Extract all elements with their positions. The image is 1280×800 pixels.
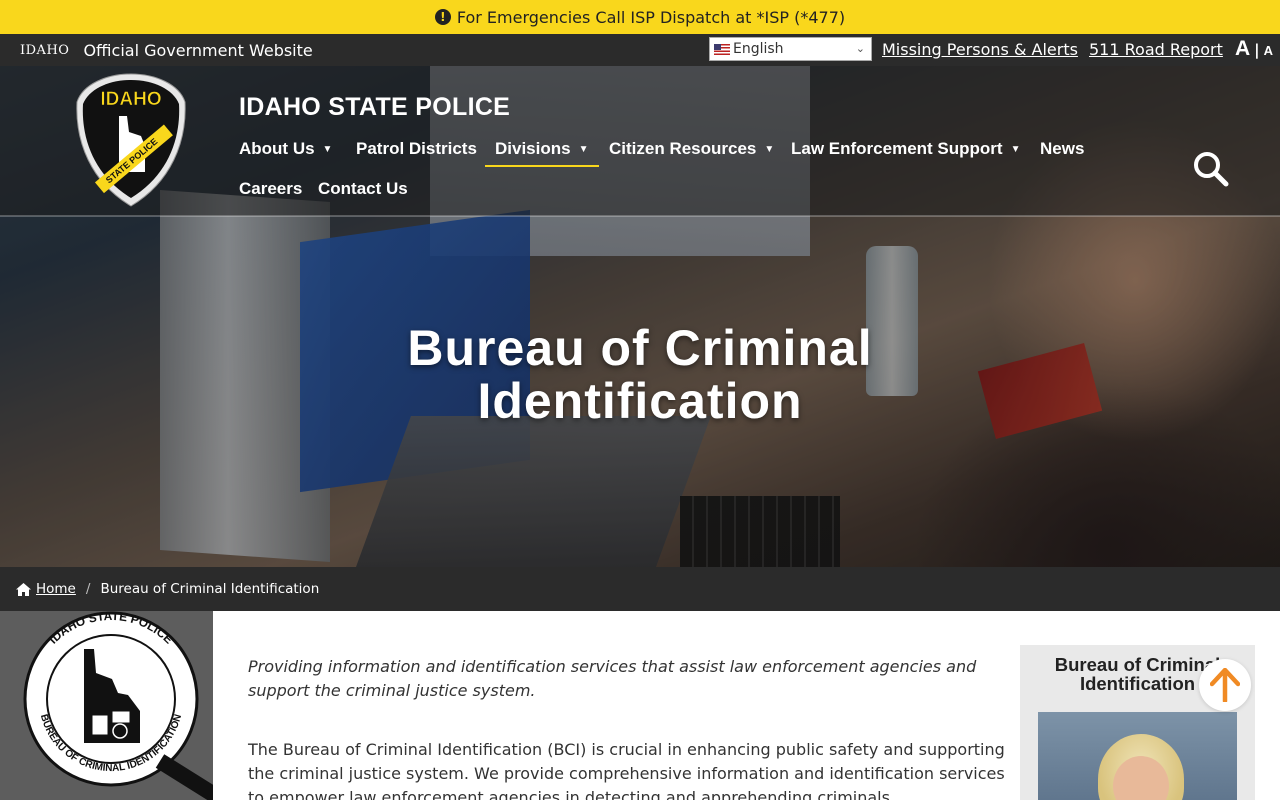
font-increase-button[interactable]: A — [1235, 37, 1250, 61]
site-title[interactable]: IDAHO STATE POLICE — [239, 93, 510, 122]
dropdown-caret-icon: ▼ — [764, 143, 775, 155]
back-to-top-button[interactable] — [1199, 659, 1251, 711]
breadcrumb-home-link[interactable]: Home — [16, 581, 76, 597]
nav-news[interactable]: News — [1040, 139, 1084, 159]
bureau-chief-photo — [1038, 712, 1237, 800]
exclamation-circle-icon: ! — [434, 9, 451, 25]
font-size-control: A | A — [1235, 37, 1273, 61]
nav-label: News — [1040, 139, 1085, 158]
language-select[interactable]: English ⌄ — [709, 37, 872, 61]
breadcrumb-separator: / — [85, 581, 91, 597]
language-value: English — [733, 41, 784, 57]
breadcrumb: Home / Bureau of Criminal Identification — [0, 567, 1280, 611]
nav-contact-us[interactable]: Contact Us — [318, 179, 408, 199]
font-decrease-button[interactable]: A — [1264, 43, 1273, 58]
page-title: Bureau of Criminal Identification — [340, 322, 940, 428]
nav-divisions[interactable]: Divisions ▼ — [485, 139, 599, 167]
nav-citizen-resources[interactable]: Citizen Resources ▼ — [609, 139, 774, 159]
emergency-banner: ! For Emergencies Call ISP Dispatch at *… — [0, 0, 1280, 34]
nav-label: Contact Us — [318, 179, 408, 198]
road-report-link[interactable]: 511 Road Report — [1089, 40, 1223, 59]
intro-body: The Bureau of Criminal Identification (B… — [248, 740, 1005, 800]
us-flag-icon — [714, 43, 730, 55]
nav-label: Careers — [239, 179, 303, 198]
nav-label: About Us — [239, 139, 315, 158]
nav-label: Citizen Resources — [609, 139, 757, 158]
breadcrumb-current: Bureau of Criminal Identification — [100, 581, 320, 597]
intro-lead: Providing information and identification… — [248, 657, 977, 700]
logo-top-text: IDAHO — [100, 89, 161, 110]
nav-law-enforcement-support[interactable]: Law Enforcement Support ▼ — [791, 139, 1020, 159]
main-content: Providing information and identification… — [248, 655, 1008, 800]
font-size-separator: | — [1254, 41, 1260, 59]
nav-about-us[interactable]: About Us ▼ — [239, 139, 332, 159]
nav-label: Divisions — [495, 139, 571, 158]
official-site-label: Official Government Website — [83, 40, 313, 60]
utility-bar: IDAHO Official Government Website Englis… — [0, 34, 1280, 66]
breadcrumb-home-label: Home — [36, 581, 76, 597]
nav-patrol-districts[interactable]: Patrol Districts — [356, 139, 477, 159]
nav-careers[interactable]: Careers — [239, 179, 302, 199]
missing-persons-link[interactable]: Missing Persons & Alerts — [882, 40, 1078, 59]
nav-label: Law Enforcement Support — [791, 139, 1003, 158]
bci-seal-panel: IDAHO STATE POLICE BUREAU OF CRIMINAL ID… — [0, 611, 213, 800]
page-title-line-2: Identification — [477, 373, 803, 429]
arrow-up-icon — [1210, 668, 1240, 702]
dropdown-caret-icon: ▼ — [578, 143, 589, 155]
nav-label: Patrol Districts — [356, 139, 477, 158]
emergency-text: For Emergencies Call ISP Dispatch at *IS… — [456, 7, 846, 27]
dropdown-caret-icon: ▼ — [322, 143, 333, 155]
search-icon[interactable] — [1192, 150, 1230, 188]
dropdown-caret-icon: ▼ — [1010, 143, 1021, 155]
chevron-down-icon: ⌄ — [855, 42, 865, 55]
idaho-brand-logo[interactable]: IDAHO — [20, 43, 69, 58]
bci-seal-logo: IDAHO STATE POLICE BUREAU OF CRIMINAL ID… — [23, 611, 213, 800]
page-title-line-1: Bureau of Criminal — [407, 320, 873, 376]
home-icon — [16, 582, 31, 596]
isp-badge-logo[interactable]: IDAHO STATE POLICE — [75, 72, 187, 208]
